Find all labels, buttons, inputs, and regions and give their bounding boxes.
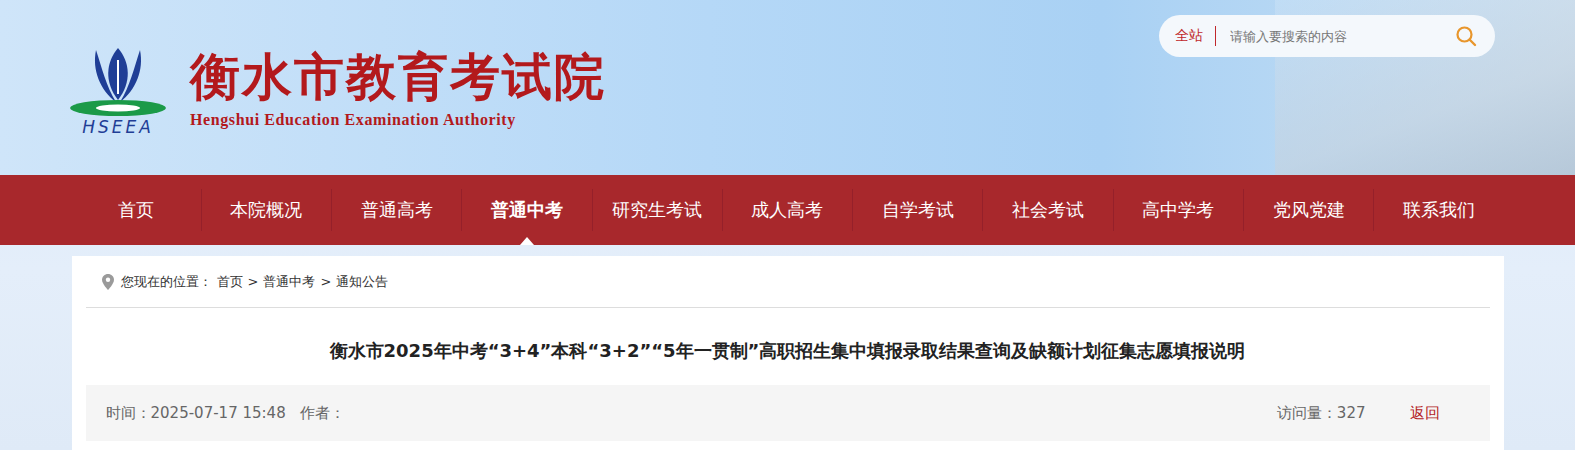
- location-pin-icon: [102, 274, 114, 290]
- page: HSEEA 衡水市教育考试院 Hengshui Education Examin…: [0, 0, 1575, 450]
- nav-item[interactable]: 首页: [72, 189, 201, 231]
- publish-time: 时间：2025-07-17 15:48: [106, 404, 286, 423]
- breadcrumb-item[interactable]: 普通中考: [263, 273, 315, 291]
- back-link[interactable]: 返回: [1410, 404, 1440, 423]
- svg-text:HSEEA: HSEEA: [82, 117, 154, 137]
- content-panel: 您现在的位置： 首页 > 普通中考 > 通知公告 衡水市2025年中考“3+4”本科…: [72, 256, 1504, 450]
- search-box: 全站: [1159, 15, 1495, 57]
- nav-item[interactable]: 社会考试: [982, 189, 1112, 231]
- nav-item[interactable]: 本院概况: [201, 189, 331, 231]
- nav-item[interactable]: 高中学考: [1113, 189, 1243, 231]
- active-caret-icon: [520, 237, 534, 245]
- brand[interactable]: HSEEA 衡水市教育考试院 Hengshui Education Examin…: [66, 0, 606, 175]
- breadcrumb-separator: >: [248, 274, 259, 289]
- nav-item[interactable]: 自学考试: [852, 189, 982, 231]
- breadcrumb-prefix: 您现在的位置：: [121, 273, 212, 291]
- search-icon[interactable]: [1455, 25, 1477, 47]
- nav-item[interactable]: 普通高考: [331, 189, 461, 231]
- nav-item[interactable]: 成人高考: [722, 189, 852, 231]
- nav-item[interactable]: 联系我们: [1373, 189, 1503, 231]
- breadcrumb-separator: >: [320, 274, 331, 289]
- author: 作者：: [300, 404, 345, 423]
- breadcrumb-item[interactable]: 首页: [217, 273, 243, 291]
- site-header: HSEEA 衡水市教育考试院 Hengshui Education Examin…: [0, 0, 1575, 175]
- nav-item[interactable]: 普通中考: [461, 189, 591, 231]
- site-subtitle: Hengshui Education Examination Authority: [190, 111, 606, 129]
- article-meta: 时间：2025-07-17 15:48 作者： 访问量：327 返回: [86, 385, 1490, 441]
- article-title: 衡水市2025年中考“3+4”本科“3+2”“5年一贯制”高职招生集中填报录取结…: [86, 308, 1490, 385]
- breadcrumb: 您现在的位置： 首页 > 普通中考 > 通知公告: [86, 256, 1490, 308]
- breadcrumb-item[interactable]: 通知公告: [336, 273, 388, 291]
- nav-item[interactable]: 党风党建: [1243, 189, 1373, 231]
- nav-item[interactable]: 研究生考试: [592, 189, 722, 231]
- site-title: 衡水市教育考试院: [190, 50, 606, 105]
- search-scope[interactable]: 全站: [1175, 27, 1203, 45]
- search-divider: [1215, 26, 1216, 46]
- main-nav: 首页 本院概况 普通高考 普通中考 研究生考试 成人高考 自学考试 社会考试 高…: [0, 175, 1575, 245]
- view-count: 访问量：327: [1277, 404, 1366, 423]
- logo-icon: HSEEA: [66, 42, 170, 138]
- search-input[interactable]: [1228, 28, 1443, 45]
